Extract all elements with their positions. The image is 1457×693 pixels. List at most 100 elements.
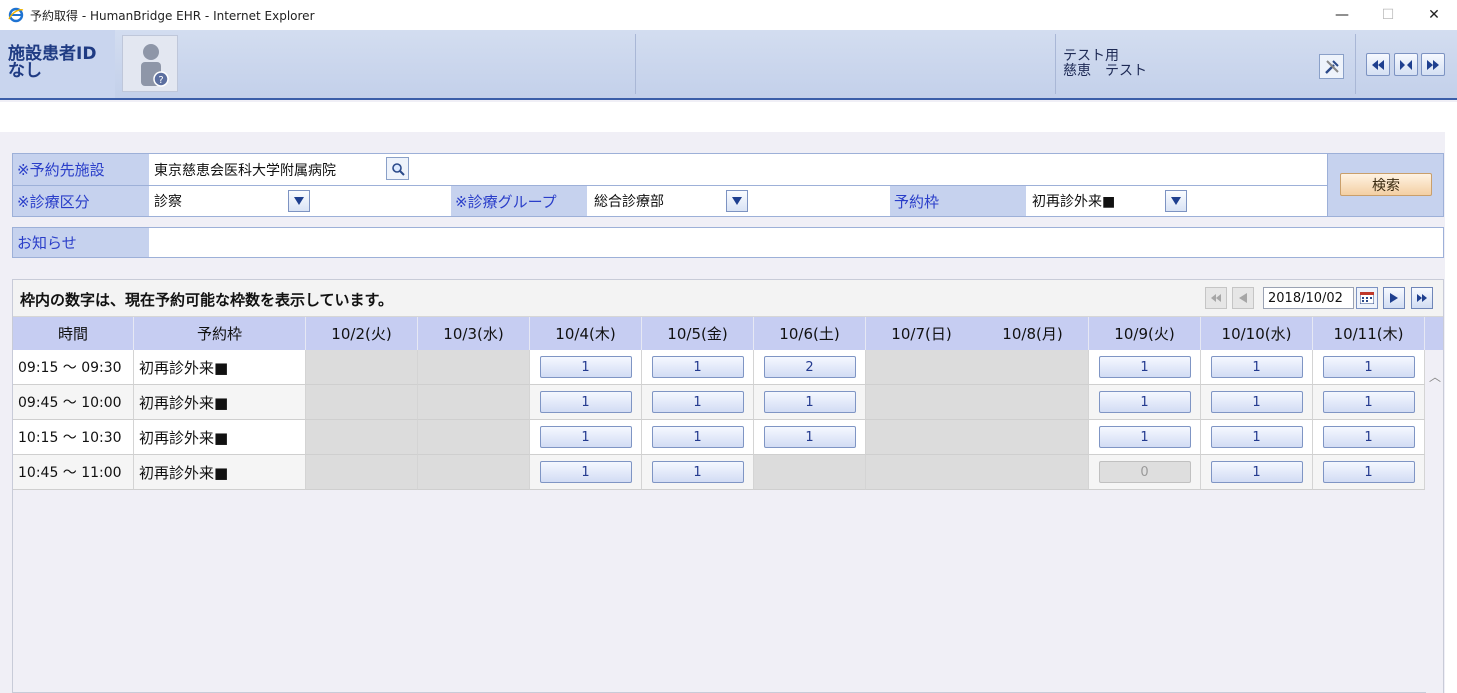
- patient-id-value: なし: [8, 61, 42, 81]
- availability-button[interactable]: 1: [651, 426, 744, 448]
- app-header: 施設患者ID なし ? テスト用 慈恵 テスト: [0, 30, 1457, 100]
- column-header-slot: 予約枠: [134, 317, 306, 350]
- day-cell: [977, 420, 1089, 455]
- day-cell: [306, 420, 418, 455]
- slot-name-cell: 初再診外来■: [134, 420, 306, 455]
- tools-icon[interactable]: [1319, 54, 1344, 79]
- availability-button[interactable]: 1: [1322, 391, 1415, 413]
- availability-button[interactable]: 1: [763, 391, 856, 413]
- availability-button[interactable]: 1: [1322, 426, 1415, 448]
- day-cell: [418, 455, 530, 490]
- day-cell: 1: [1089, 420, 1201, 455]
- group-label: ※診療グループ: [451, 186, 587, 216]
- day-cell: [418, 350, 530, 385]
- availability-button[interactable]: 1: [1098, 426, 1191, 448]
- availability-button[interactable]: 1: [539, 461, 632, 483]
- availability-button[interactable]: 1: [1210, 356, 1303, 378]
- day-cell: [306, 385, 418, 420]
- day-cell: 2: [754, 350, 866, 385]
- day-cell: 1: [642, 455, 754, 490]
- category-label: ※診療区分: [13, 186, 149, 216]
- day-cell: [754, 455, 866, 490]
- scroll-up-icon[interactable]: ︿: [1429, 368, 1441, 385]
- day-cell: 1: [1313, 420, 1425, 455]
- day-cell: 1: [530, 350, 642, 385]
- availability-button[interactable]: 1: [1210, 391, 1303, 413]
- header-divider: [1355, 34, 1356, 94]
- availability-button[interactable]: 1: [539, 426, 632, 448]
- category-select[interactable]: 診察: [154, 186, 182, 216]
- availability-button[interactable]: 1: [651, 461, 744, 483]
- availability-button[interactable]: 1: [1322, 461, 1415, 483]
- day-cell: 1: [1201, 385, 1313, 420]
- column-header-day: 10/2(火): [306, 317, 418, 350]
- day-cell: 1: [1313, 385, 1425, 420]
- frame-select[interactable]: 初再診外来■: [1032, 186, 1115, 216]
- column-header-time: 時間: [13, 317, 134, 350]
- notice-box: お知らせ: [12, 227, 1444, 258]
- availability-button[interactable]: 1: [651, 391, 744, 413]
- facility-value: 東京慈恵会医科大学附属病院: [154, 162, 336, 179]
- day-cell: 1: [754, 420, 866, 455]
- availability-button[interactable]: 1: [1322, 356, 1415, 378]
- day-cell: 1: [754, 385, 866, 420]
- first-page-icon: [1205, 287, 1227, 309]
- availability-button[interactable]: 1: [651, 356, 744, 378]
- availability-button[interactable]: 1: [1210, 461, 1303, 483]
- availability-button[interactable]: 1: [1098, 391, 1191, 413]
- group-select[interactable]: 総合診療部: [594, 186, 664, 216]
- availability-button[interactable]: 1: [1210, 426, 1303, 448]
- next-page-icon[interactable]: [1383, 287, 1405, 309]
- day-cell: 1: [1201, 350, 1313, 385]
- day-cell: 1: [1201, 420, 1313, 455]
- availability-button[interactable]: 1: [763, 426, 856, 448]
- user-name: 慈恵 テスト: [1063, 63, 1147, 79]
- user-info: テスト用 慈恵 テスト: [1063, 49, 1147, 79]
- scrollbar[interactable]: ︿: [1426, 350, 1443, 693]
- search-button[interactable]: 検索: [1340, 173, 1432, 196]
- day-cell: [418, 420, 530, 455]
- user-affiliation: テスト用: [1063, 48, 1119, 64]
- day-cell: 1: [642, 385, 754, 420]
- header-spacer: [0, 102, 1457, 132]
- availability-button[interactable]: 1: [539, 356, 632, 378]
- frame-label: 予約枠: [890, 186, 1026, 216]
- patient-id-box: 施設患者ID なし: [0, 30, 115, 98]
- prev-page-icon: [1232, 287, 1254, 309]
- svg-text:?: ?: [158, 75, 163, 86]
- availability-button[interactable]: 1: [1098, 356, 1191, 378]
- column-header-day: 10/6(土): [754, 317, 866, 350]
- availability-button: 0: [1098, 461, 1191, 483]
- ie-icon: [8, 7, 24, 23]
- availability-button[interactable]: 1: [539, 391, 632, 413]
- column-header-day: 10/10(水): [1201, 317, 1313, 350]
- schedule-toolbar: 枠内の数字は、現在予約可能な枠数を表示しています。 2018/10/02: [13, 280, 1443, 317]
- time-cell: 10:45 ～ 11:00: [13, 455, 134, 490]
- category-dropdown-icon[interactable]: [288, 190, 310, 212]
- day-cell: [977, 350, 1089, 385]
- group-dropdown-icon[interactable]: [726, 190, 748, 212]
- rewind-icon[interactable]: [1366, 53, 1390, 76]
- reservation-search-form: ※予約先施設 東京慈恵会医科大学附属病院 ※診療区分 診察 ※診療グループ 総合…: [12, 153, 1444, 217]
- collapse-icon[interactable]: [1394, 53, 1418, 76]
- day-cell: 1: [1313, 350, 1425, 385]
- day-cell: [306, 455, 418, 490]
- minimize-button[interactable]: —: [1319, 0, 1365, 30]
- fast-forward-icon[interactable]: [1421, 53, 1445, 76]
- day-cell: 1: [642, 420, 754, 455]
- calendar-icon[interactable]: [1356, 287, 1378, 309]
- last-page-icon[interactable]: [1411, 287, 1433, 309]
- search-button-area: 検索: [1327, 154, 1443, 216]
- close-button[interactable]: ✕: [1411, 0, 1457, 30]
- frame-dropdown-icon[interactable]: [1165, 190, 1187, 212]
- patient-avatar-icon[interactable]: ?: [122, 35, 178, 92]
- slot-name-cell: 初再診外来■: [134, 385, 306, 420]
- day-cell: [418, 385, 530, 420]
- search-icon[interactable]: [386, 157, 409, 180]
- day-cell: 1: [530, 420, 642, 455]
- schedule-note: 枠内の数字は、現在予約可能な枠数を表示しています。: [20, 291, 394, 309]
- availability-button[interactable]: 2: [763, 356, 856, 378]
- date-input[interactable]: 2018/10/02: [1263, 287, 1354, 309]
- window-right-edge: [1445, 132, 1457, 693]
- maximize-button: ☐: [1381, 7, 1395, 23]
